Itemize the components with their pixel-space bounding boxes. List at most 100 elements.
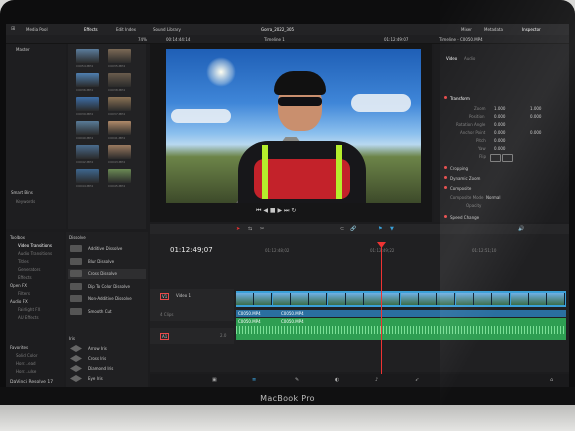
clip-thumbnail[interactable] xyxy=(76,145,99,159)
inspector-button[interactable]: Inspector xyxy=(522,27,541,32)
clip-thumbnail[interactable] xyxy=(108,73,131,87)
toolbox-header[interactable]: Toolbox xyxy=(10,235,25,240)
mixer-button[interactable]: Mixer xyxy=(461,27,472,32)
effects-button[interactable]: Effects xyxy=(84,27,98,32)
fairlight-page-icon[interactable]: ♪ xyxy=(375,377,378,383)
video-track-name[interactable]: Video 1 xyxy=(176,293,191,298)
clip-thumbnail[interactable] xyxy=(76,169,99,183)
clip-thumbnail[interactable] xyxy=(108,145,131,159)
transition-item[interactable]: Cross Dissolve xyxy=(68,269,146,279)
transition-item[interactable]: Non-Additive Dissolve xyxy=(68,294,146,304)
clip-thumbnail[interactable] xyxy=(108,169,131,183)
flip-vertical-icon[interactable] xyxy=(502,154,513,162)
position-y-value[interactable]: 0.000 xyxy=(530,114,541,119)
open-fx-header[interactable]: Open FX xyxy=(10,283,27,288)
video-transitions-item[interactable]: Video Transitions xyxy=(18,243,52,248)
volume-icon[interactable]: 🔊 xyxy=(518,226,524,232)
clip-label[interactable]: C0050.MP4 xyxy=(238,311,261,316)
favorite-horror-head[interactable]: Horr...ead xyxy=(16,361,36,366)
audio-clip-label[interactable]: C0050.MP4 xyxy=(238,319,261,324)
home-icon[interactable]: ⌂ xyxy=(550,377,553,383)
snapping-icon[interactable]: ⊂ xyxy=(340,226,344,232)
composite-header[interactable]: Composite xyxy=(450,186,471,191)
edit-index-button[interactable]: Edit Index xyxy=(116,27,136,32)
favorite-solid-color[interactable]: Solid Color xyxy=(16,353,37,358)
stop-icon[interactable]: ■ xyxy=(270,207,276,214)
transition-item[interactable]: Smooth Cut xyxy=(68,307,146,317)
color-page-icon[interactable]: ◐ xyxy=(335,377,339,383)
loop-icon[interactable]: ↻ xyxy=(291,207,296,214)
clip-label[interactable]: C0050.MP4 xyxy=(281,311,304,316)
zoom-y-value[interactable]: 1.000 xyxy=(530,106,541,111)
transition-item[interactable]: Eye Iris xyxy=(68,374,146,384)
video-frame[interactable] xyxy=(166,49,421,203)
transition-item[interactable]: Diamond Iris xyxy=(68,364,146,374)
clip-thumbnail[interactable] xyxy=(108,49,131,63)
playhead-line[interactable] xyxy=(381,244,382,387)
fusion-page-icon[interactable]: ✎ xyxy=(295,377,299,383)
deliver-page-icon[interactable]: ➶ xyxy=(415,377,419,383)
clip-thumbnail[interactable] xyxy=(76,49,99,63)
cropping-header[interactable]: Cropping xyxy=(450,166,468,171)
video-tab[interactable]: Video xyxy=(446,56,457,61)
fairlight-fx-item[interactable]: Fairlight FX xyxy=(18,307,40,312)
effects-item[interactable]: Effects xyxy=(18,275,32,280)
audio-tab[interactable]: Audio xyxy=(464,56,475,61)
anchor-y-value[interactable]: 0.000 xyxy=(530,130,541,135)
clip-thumbnail[interactable] xyxy=(76,121,99,135)
flag-icon[interactable]: ⚑ xyxy=(378,226,382,232)
play-icon[interactable]: ▶ xyxy=(277,207,282,214)
selection-tool-icon[interactable]: ➤ xyxy=(236,226,240,232)
edit-page-icon[interactable]: ≣ xyxy=(252,377,256,383)
position-x-value[interactable]: 0.000 xyxy=(494,114,505,119)
favorite-horror-pulse[interactable]: Horr...ulse xyxy=(16,369,36,374)
trim-tool-icon[interactable]: ⇆ xyxy=(248,226,252,232)
titles-item[interactable]: Titles xyxy=(18,259,29,264)
dynamic-zoom-header[interactable]: Dynamic Zoom xyxy=(450,176,480,181)
anchor-x-value[interactable]: 0.000 xyxy=(494,130,505,135)
audio-clip-label[interactable]: C0050.MP4 xyxy=(281,319,304,324)
clip-thumbnail[interactable] xyxy=(76,73,99,87)
audio-transitions-item[interactable]: Audio Transitions xyxy=(18,251,52,256)
media-page-icon[interactable]: ▣ xyxy=(212,377,217,383)
transition-item[interactable]: Additive Dissolve xyxy=(68,244,146,254)
clip-thumbnail[interactable] xyxy=(108,121,131,135)
audio-fx-header[interactable]: Audio FX xyxy=(10,299,28,304)
a1-tag[interactable]: A1 xyxy=(160,333,170,340)
v1-tag[interactable]: V1 xyxy=(160,293,170,300)
au-effects-item[interactable]: AU Effects xyxy=(18,315,39,320)
metadata-button[interactable]: Metadata xyxy=(484,27,503,32)
video-clip-frame xyxy=(236,293,254,305)
transition-item[interactable]: Blur Dissolve xyxy=(68,257,146,267)
blade-tool-icon[interactable]: ✂ xyxy=(260,226,264,232)
clip-thumbnail[interactable] xyxy=(76,97,99,111)
marker-icon[interactable]: ▼ xyxy=(390,226,394,232)
master-bin[interactable]: Master xyxy=(16,47,30,52)
go-to-end-icon[interactable]: ⏭ xyxy=(284,207,289,214)
rotation-value[interactable]: 0.000 xyxy=(494,122,505,127)
transition-item[interactable]: Cross Iris xyxy=(68,354,146,364)
clip-thumbnail[interactable] xyxy=(108,97,131,111)
speed-change-header[interactable]: Speed Change xyxy=(450,215,479,220)
transition-item[interactable]: Arrow Iris xyxy=(68,344,146,354)
media-pool-button[interactable]: Media Pool xyxy=(26,27,48,32)
expand-icon[interactable]: ⊞ xyxy=(11,26,15,32)
yaw-value[interactable]: 0.000 xyxy=(494,146,505,151)
zoom-x-value[interactable]: 1.000 xyxy=(494,106,505,111)
generators-item[interactable]: Generators xyxy=(18,267,40,272)
sound-library-button[interactable]: Sound Library xyxy=(153,27,181,32)
go-to-start-icon[interactable]: ⏮ xyxy=(256,207,261,214)
play-reverse-icon[interactable]: ◀ xyxy=(263,207,268,214)
composite-mode-select[interactable]: Normal xyxy=(486,195,500,200)
link-icon[interactable]: 🔗 xyxy=(350,226,356,232)
filters-item[interactable]: Filters xyxy=(18,291,30,296)
pitch-value[interactable]: 0.000 xyxy=(494,138,505,143)
timeline-selector[interactable]: Timeline 1 xyxy=(264,37,285,42)
transition-item[interactable]: Dip To Color Dissolve xyxy=(68,282,146,292)
zoom-level[interactable]: 74% xyxy=(138,37,147,42)
flip-horizontal-icon[interactable] xyxy=(490,154,501,162)
keywords-bin[interactable]: Keywords xyxy=(16,199,35,204)
transform-header[interactable]: Transform xyxy=(450,96,470,101)
audio-track-clip[interactable]: C0050.MP4 C0050.MP4 xyxy=(236,318,566,340)
video-track-clips[interactable] xyxy=(236,291,566,307)
